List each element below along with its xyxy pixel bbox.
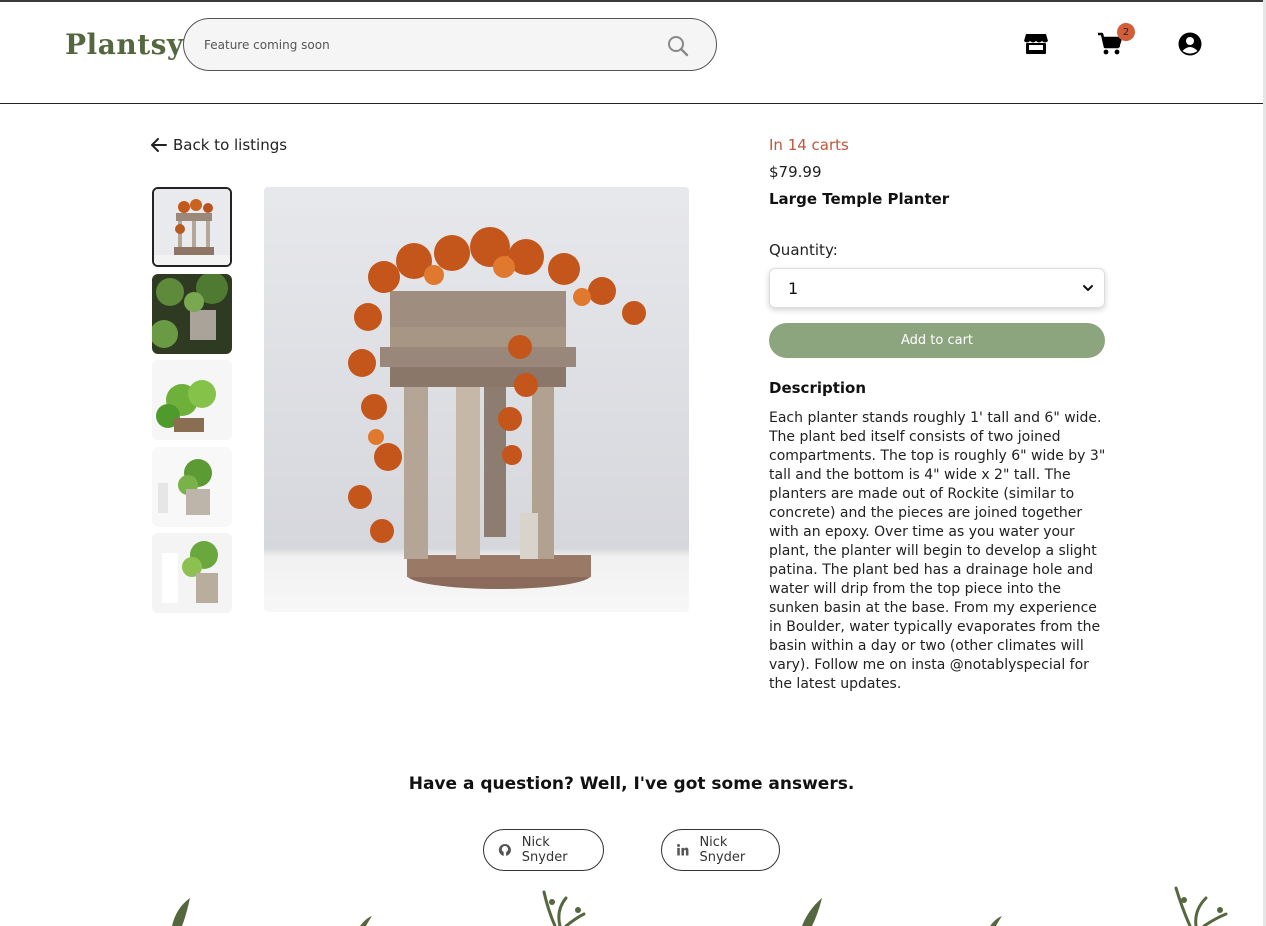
- description-heading: Description: [769, 379, 867, 397]
- footer-question: Have a question? Well, I've got some ans…: [408, 774, 855, 794]
- thumbnail-4[interactable]: [152, 447, 232, 527]
- linkedin-link[interactable]: Nick Snyder: [661, 829, 780, 871]
- linkedin-label: Nick Snyder: [699, 835, 746, 865]
- quantity-label: Quantity:: [769, 241, 838, 259]
- product-price: $79.99: [769, 163, 822, 181]
- thumbnail-3[interactable]: [152, 360, 232, 440]
- thumbnail-2[interactable]: [152, 274, 232, 354]
- thumbnail-1[interactable]: [152, 187, 232, 267]
- site-logo[interactable]: Plantsy: [65, 28, 184, 61]
- quantity-select[interactable]: 1: [769, 268, 1105, 308]
- github-link[interactable]: Nick Snyder: [483, 829, 604, 871]
- product-description: Each planter stands roughly 1' tall and …: [769, 410, 1106, 692]
- chevron-down-icon: [1083, 285, 1093, 291]
- add-to-cart-button[interactable]: Add to cart: [769, 323, 1105, 358]
- decorative-leaves: [172, 886, 1228, 926]
- search-icon[interactable]: [666, 34, 690, 58]
- back-to-listings-link[interactable]: Back to listings: [151, 136, 287, 154]
- github-label: Nick Snyder: [521, 835, 568, 865]
- back-label: Back to listings: [173, 136, 288, 154]
- arrow-left-icon: [151, 138, 167, 152]
- product-main-image: [264, 187, 689, 612]
- thumbnail-5[interactable]: [152, 533, 232, 613]
- github-icon: [498, 843, 511, 857]
- quantity-value: 1: [788, 278, 799, 298]
- linkedin-icon: [677, 844, 689, 856]
- search-bar[interactable]: [183, 18, 717, 71]
- account-icon[interactable]: [1176, 30, 1204, 58]
- in-carts-count: In 14 carts: [769, 136, 849, 154]
- search-input[interactable]: [204, 33, 644, 57]
- cart-count-badge: 2: [1117, 23, 1135, 41]
- product-title: Large Temple Planter: [769, 190, 950, 208]
- store-icon[interactable]: [1022, 30, 1050, 58]
- site-header: Plantsy 2: [0, 2, 1263, 104]
